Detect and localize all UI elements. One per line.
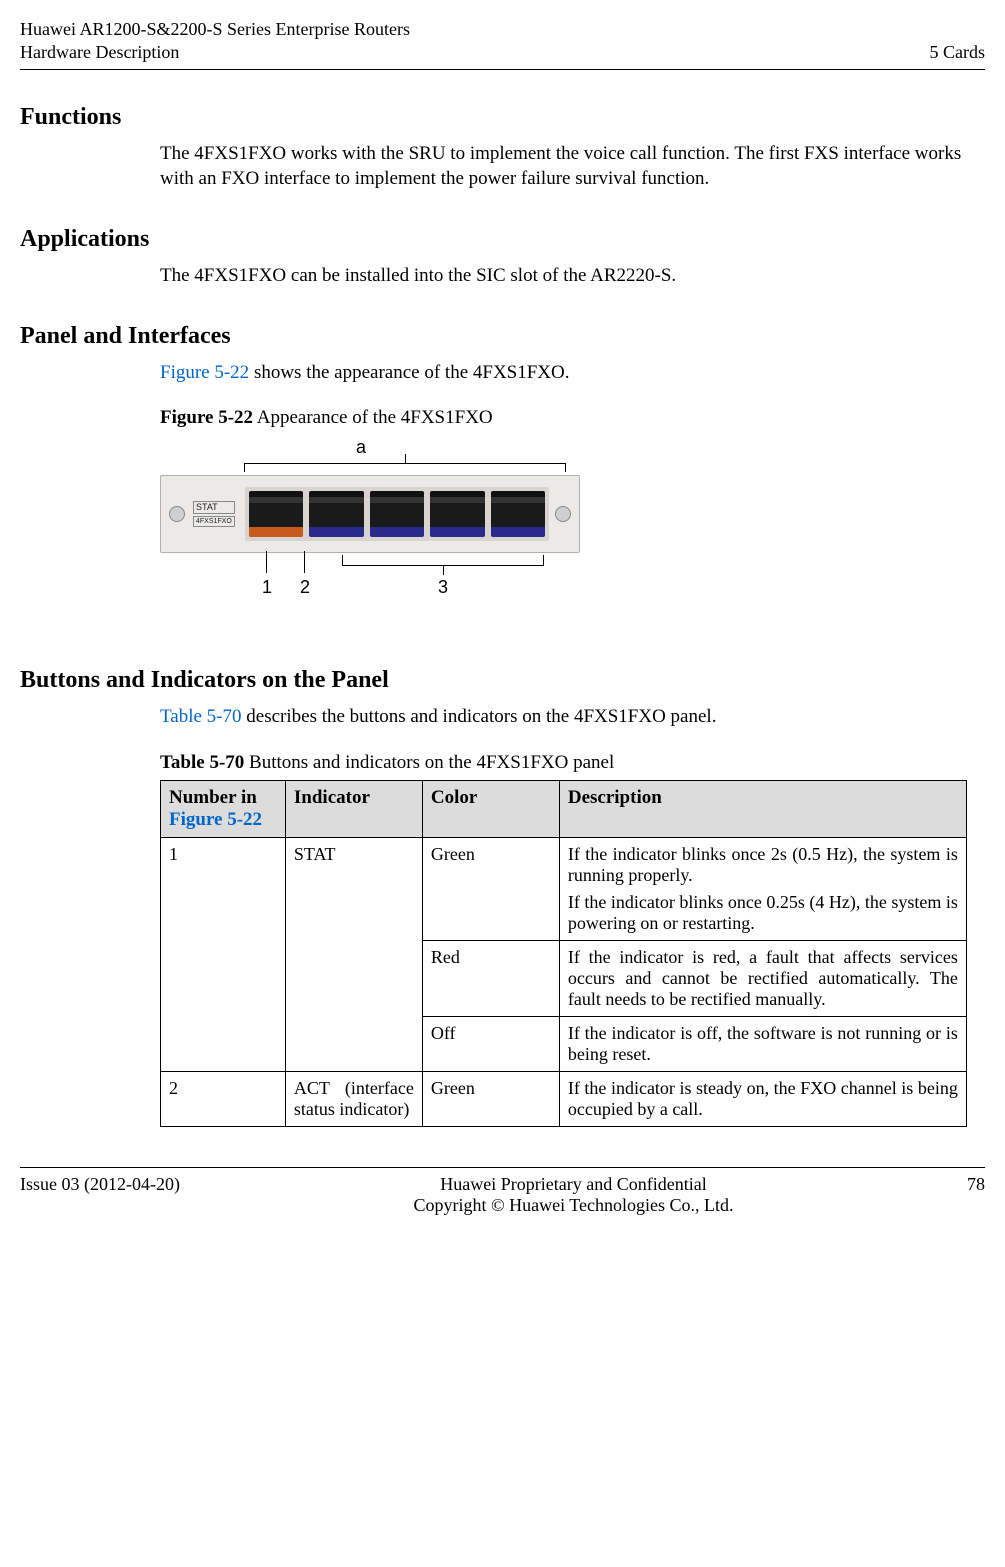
footer-page-number: 78 <box>967 1174 985 1216</box>
port-fxs-0 <box>309 491 363 537</box>
footer-copyright: Copyright © Huawei Technologies Co., Ltd… <box>413 1195 733 1216</box>
th-figure-ref[interactable]: Figure 5-22 <box>169 809 262 830</box>
table-row: 2 ACT (interface status indicator) Green… <box>161 1071 967 1126</box>
th-color: Color <box>422 780 559 837</box>
header-title-line2: Hardware Description <box>20 41 410 64</box>
table-ref-link[interactable]: Table 5-70 <box>160 706 242 727</box>
cell-desc-stat-green: If the indicator blinks once 2s (0.5 Hz)… <box>559 837 966 940</box>
applications-paragraph: The 4FXS1FXO can be installed into the S… <box>160 263 975 289</box>
table-caption: Table 5-70 Buttons and indicators on the… <box>160 752 975 774</box>
functions-paragraph: The 4FXS1FXO works with the SRU to imple… <box>160 141 975 192</box>
card-illustration: STAT 4FXS1FXO <box>160 475 580 553</box>
header-rule <box>20 69 985 70</box>
heading-panel-interfaces: Panel and Interfaces <box>20 323 985 350</box>
figure-number: Figure 5-22 <box>160 407 253 428</box>
ports-row <box>245 487 549 541</box>
th-description: Description <box>559 780 966 837</box>
card-model-label: 4FXS1FXO <box>193 516 235 527</box>
heading-functions: Functions <box>20 104 985 131</box>
panel-intro-rest: shows the appearance of the 4FXS1FXO. <box>249 362 569 383</box>
heading-applications: Applications <box>20 226 985 253</box>
card-stat-label: STAT <box>193 501 235 514</box>
table-number: Table 5-70 <box>160 752 244 773</box>
screw-left-icon <box>169 506 185 522</box>
table-row: 1 STAT Green If the indicator blinks onc… <box>161 837 967 940</box>
figure-top-bracket <box>244 463 566 472</box>
cell-indicator-stat: STAT <box>285 837 422 1071</box>
port-fxs-1 <box>370 491 424 537</box>
indicators-table: Number in Figure 5-22 Indicator Color De… <box>160 780 967 1127</box>
figure-label-3: 3 <box>438 577 448 598</box>
cell-desc-act-green: If the indicator is steady on, the FXO c… <box>559 1071 966 1126</box>
figure-label-a: a <box>356 437 366 458</box>
table-caption-text: Buttons and indicators on the 4FXS1FXO p… <box>244 752 614 773</box>
figure-caption-text: Appearance of the 4FXS1FXO <box>253 407 493 428</box>
heading-buttons-indicators: Buttons and Indicators on the Panel <box>20 667 985 694</box>
th-indicator: Indicator <box>285 780 422 837</box>
cell-color-green: Green <box>422 837 559 940</box>
figure-ref-link[interactable]: Figure 5-22 <box>160 362 249 383</box>
page-footer: Issue 03 (2012-04-20) Huawei Proprietary… <box>0 1168 1005 1234</box>
cell-number-1: 1 <box>161 837 286 1071</box>
figure-label-1: 1 <box>262 577 272 598</box>
cell-indicator-act: ACT (interface status indicator) <box>285 1071 422 1126</box>
port-fxs-2 <box>430 491 484 537</box>
cell-color-red: Red <box>422 940 559 1016</box>
header-title-line1: Huawei AR1200-S&2200-S Series Enterprise… <box>20 18 410 41</box>
port-fxo <box>249 491 303 537</box>
panel-intro: Figure 5-22 shows the appearance of the … <box>160 360 975 386</box>
screw-right-icon <box>555 506 571 522</box>
footer-issue-date: Issue 03 (2012-04-20) <box>20 1174 180 1216</box>
figure-caption: Figure 5-22 Appearance of the 4FXS1FXO <box>160 407 975 429</box>
figure-bottom-bracket <box>342 555 544 566</box>
header-section-label: 5 Cards <box>930 41 986 64</box>
figure-diagram: a STAT 4FXS1FXO 1 <box>160 437 600 607</box>
port-fxs-3 <box>491 491 545 537</box>
cell-desc-stat-off: If the indicator is off, the software is… <box>559 1016 966 1071</box>
footer-proprietary: Huawei Proprietary and Confidential <box>413 1174 733 1195</box>
page-header: Huawei AR1200-S&2200-S Series Enterprise… <box>20 18 985 65</box>
buttons-intro-rest: describes the buttons and indicators on … <box>242 706 717 727</box>
cell-color-act-green: Green <box>422 1071 559 1126</box>
th-number: Number in Figure 5-22 <box>161 780 286 837</box>
cell-desc-stat-red: If the indicator is red, a fault that af… <box>559 940 966 1016</box>
buttons-intro: Table 5-70 describes the buttons and ind… <box>160 704 975 730</box>
figure-label-2: 2 <box>300 577 310 598</box>
table-header-row: Number in Figure 5-22 Indicator Color De… <box>161 780 967 837</box>
cell-color-off: Off <box>422 1016 559 1071</box>
cell-number-2: 2 <box>161 1071 286 1126</box>
